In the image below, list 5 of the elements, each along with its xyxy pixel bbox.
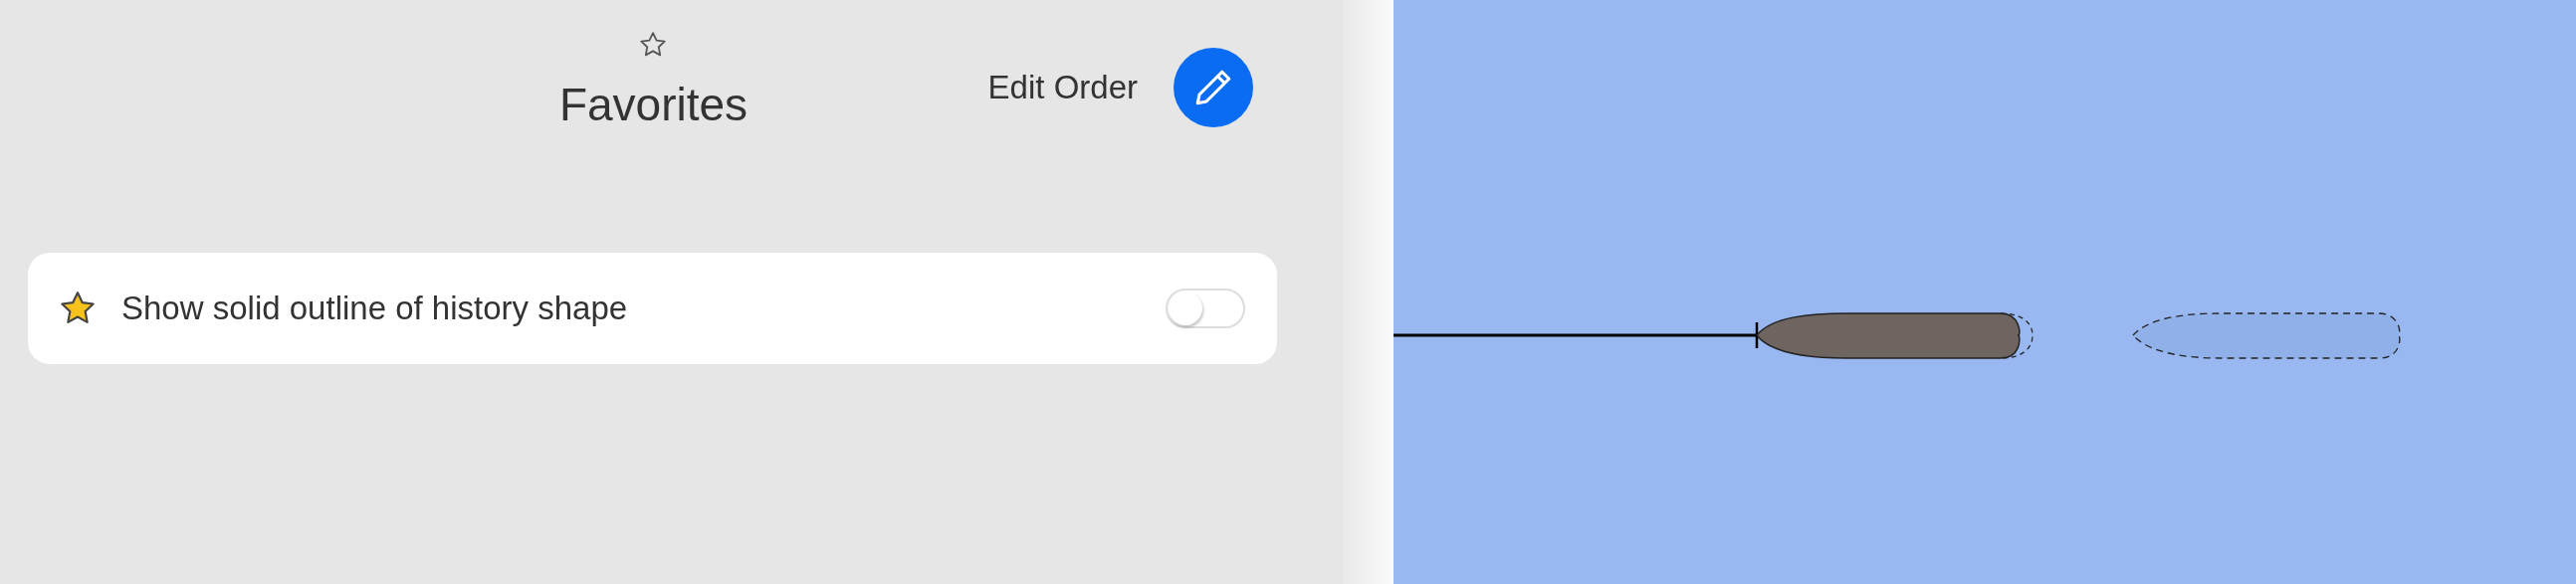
edit-order-link[interactable]: Edit Order <box>987 69 1138 106</box>
toggle-switch[interactable] <box>1166 289 1245 328</box>
setting-label: Show solid outline of history shape <box>121 290 629 327</box>
dashed-outline <box>2000 312 2034 359</box>
panel-title: Favorites <box>558 78 749 131</box>
